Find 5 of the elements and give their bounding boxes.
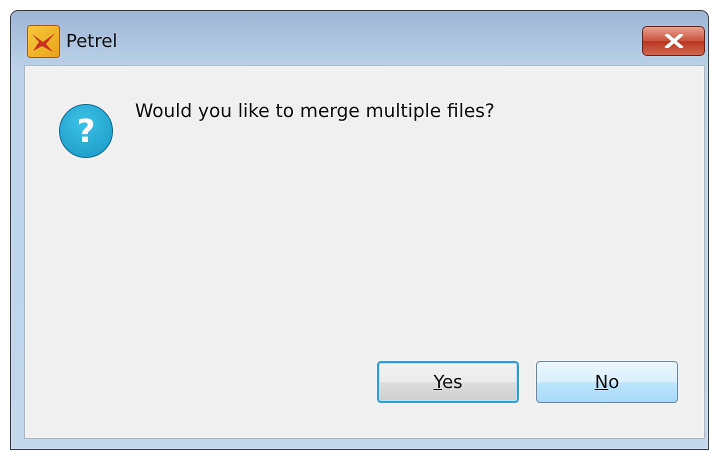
message-text: Would you like to merge multiple files? [135,100,495,124]
dialog-button[interactable]: No [536,361,678,403]
dialog-button[interactable]: Yes [377,361,519,403]
question-icon: ? [59,104,113,158]
window-title: Petrel [66,30,118,52]
